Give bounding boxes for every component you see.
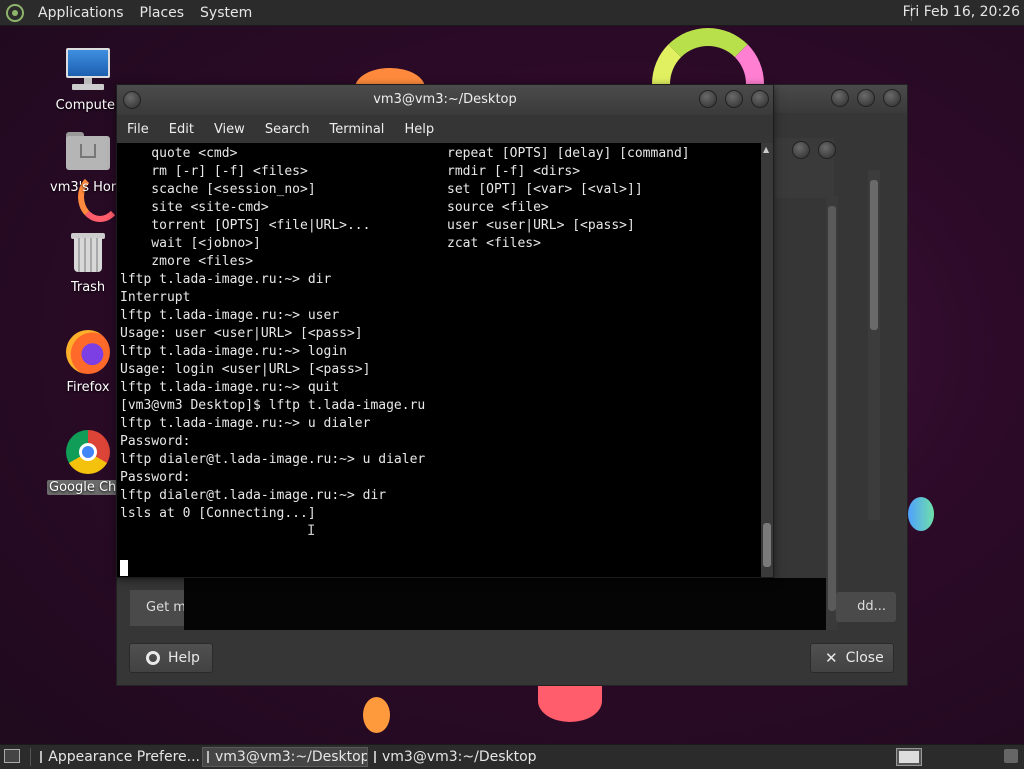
dialog-scrollbar[interactable] [868,170,880,520]
menu-file[interactable]: File [117,122,159,137]
close-button-label: Close [845,650,884,666]
help-button-label: Help [168,650,200,666]
desktop-icon-label: Trash [70,280,106,295]
desktop-icon-label: vm3's Home [50,180,126,195]
terminal-menubar: File Edit View Search Terminal Help [117,115,773,143]
distro-logo-icon[interactable] [6,3,24,22]
terminal-line: user <user|URL> [<pass>] [447,218,635,233]
terminal-line: lftp t.lada-image.ru:~> login [120,344,347,359]
top-panel: Applications Places System Fri Feb 16, 2… [0,0,1024,26]
inner-window-button[interactable] [818,141,836,159]
help-icon [146,651,160,665]
close-window-button[interactable] [883,89,901,107]
terminal-line: Usage: user <user|URL> [<pass>] [120,326,363,341]
terminal-line: Password: [120,434,191,449]
taskbar-item-appearance[interactable]: Appearance Prefere... [36,747,200,767]
taskbar-item-label: vm3@vm3:~/Desktop [382,749,536,765]
terminal-scrollbar[interactable]: ▲ [761,143,773,577]
dialog-preview-area [184,578,826,630]
terminal-line: set [OPT] [<var> [<val>]] [447,182,643,197]
scrollbar-thumb[interactable] [763,523,771,567]
close-window-button[interactable] [751,90,769,108]
add-button[interactable]: dd... [836,592,896,622]
taskbar-item-terminal-1[interactable]: vm3@vm3:~/Desktop [202,747,368,767]
appearance-window-icon [40,751,43,763]
menu-applications[interactable]: Applications [30,5,132,21]
scroll-up-icon[interactable]: ▲ [763,145,769,154]
terminal-line: quote <cmd> [120,146,238,161]
terminal-line: Interrupt [120,290,191,305]
terminal-title: vm3@vm3:~/Desktop [373,92,517,107]
terminal-line: lftp t.lada-image.ru:~> user [120,308,340,323]
terminal-line: repeat [OPTS] [delay] [command] [447,146,690,161]
window-menu-button[interactable] [123,91,141,109]
terminal-line: lftp t.lada-image.ru:~> quit [120,380,340,395]
terminal-line: wait [<jobno>] [120,236,261,251]
show-desktop-icon[interactable] [4,749,20,763]
terminal-line: Usage: login <user|URL> [<pass>] [120,362,371,377]
menu-places[interactable]: Places [132,5,193,21]
wallpaper-blob [363,697,390,733]
home-folder-icon [64,128,112,176]
chrome-icon [64,428,112,476]
terminal-line: rmdir [-f] <dirs> [447,164,581,179]
minimize-button[interactable] [831,89,849,107]
terminal-titlebar[interactable]: vm3@vm3:~/Desktop [117,85,773,115]
menu-edit[interactable]: Edit [159,122,204,137]
taskbar-separator [30,748,31,766]
terminal-icon [374,751,376,763]
terminal-line: Password: [120,470,191,485]
terminal-line: torrent [OPTS] <file|URL>... [120,218,371,233]
terminal-line: lftp t.lada-image.ru:~> dir [120,272,332,287]
firefox-icon [64,328,112,376]
terminal-line: rm [-r] [-f] <files> [120,164,308,179]
wallpaper-blob [538,680,602,722]
wallpaper-blob [908,497,934,531]
taskbar-item-label: Appearance Prefere... [48,749,200,765]
clock[interactable]: Fri Feb 16, 20:26 [903,0,1020,25]
menu-system[interactable]: System [192,5,260,21]
computer-icon [64,46,112,94]
tray-icon[interactable] [1004,749,1018,763]
workspace-switcher[interactable] [896,748,922,766]
dialog-list-scrollbar[interactable] [826,196,838,630]
terminal-line: [vm3@vm3 Desktop]$ lftp t.lada-image.ru [120,398,426,413]
bottom-taskbar: Appearance Prefere... vm3@vm3:~/Desktop … [0,744,1024,769]
terminal-line: zcat <files> [447,236,541,251]
desktop-icon-label: Firefox [66,380,110,395]
terminal-line: lftp t.lada-image.ru:~> u dialer [120,416,371,431]
taskbar-item-terminal-2[interactable]: vm3@vm3:~/Desktop [370,747,536,767]
menu-help[interactable]: Help [394,122,444,137]
maximize-button[interactable] [725,90,743,108]
terminal-cursor [120,560,128,576]
close-button[interactable]: ✕ Close [810,643,894,673]
terminal-line: lftp dialer@t.lada-image.ru:~> dir [120,488,387,503]
terminal-icon [207,751,209,763]
terminal-line: lsls at 0 [Connecting...] [120,506,316,521]
inner-window-button[interactable] [792,141,810,159]
terminal-line: zmore <files> [120,254,254,269]
terminal-window: vm3@vm3:~/Desktop File Edit View Search … [116,84,774,578]
ibeam-cursor-icon: I [307,523,316,539]
menu-terminal[interactable]: Terminal [319,122,394,137]
terminal-line: lftp dialer@t.lada-image.ru:~> u dialer [120,452,426,467]
help-button[interactable]: Help [129,643,213,673]
terminal-line: site <site-cmd> [120,200,269,215]
menu-search[interactable]: Search [255,122,320,137]
terminal-line: scache [<session_no>] [120,182,316,197]
minimize-button[interactable] [699,90,717,108]
get-more-button[interactable]: Get m [130,590,184,626]
taskbar-item-label: vm3@vm3:~/Desktop [215,749,368,765]
menu-view[interactable]: View [204,122,255,137]
desktop-icon-label: Computer [55,98,121,113]
close-icon: ✕ [825,649,838,667]
trash-icon [64,228,112,276]
terminal-line: source <file> [447,200,549,215]
maximize-button[interactable] [857,89,875,107]
terminal-output[interactable]: I quote <cmd> rm [-r] [-f] <files> scach… [117,143,761,577]
